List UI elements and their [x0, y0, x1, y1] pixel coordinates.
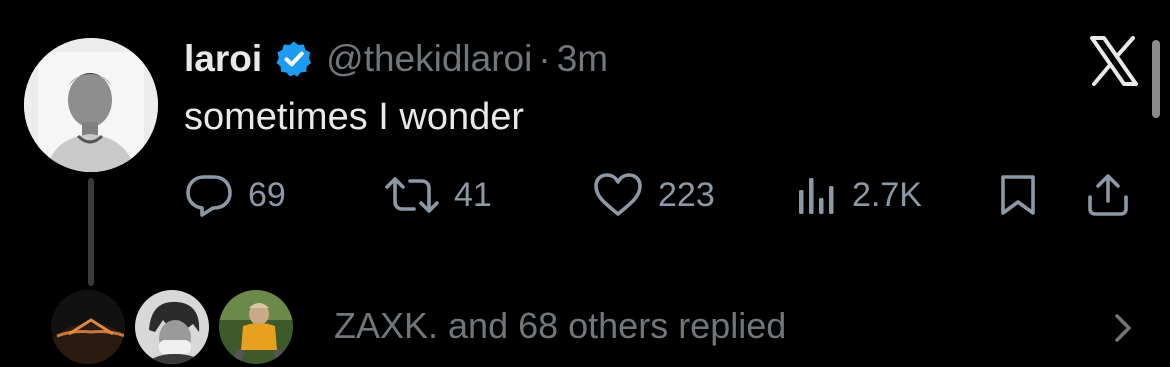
replier-avatar [216, 287, 296, 367]
reply-button[interactable]: 69 [184, 172, 286, 218]
separator-dot: · [538, 38, 551, 79]
reply-count: 69 [248, 175, 286, 214]
x-logo-icon[interactable] [1088, 36, 1140, 91]
retweet-count: 41 [454, 175, 492, 214]
author-avatar[interactable] [24, 38, 158, 172]
bookmark-icon [1001, 175, 1035, 215]
reply-icon [186, 175, 232, 217]
replier-avatar [132, 287, 212, 367]
chevron-right-icon[interactable] [1112, 311, 1134, 350]
replies-summary-text[interactable]: ZAXK. and 68 others replied [334, 305, 786, 347]
tweet-header: laroi @thekidlaroi · 3m [184, 36, 608, 82]
author-name[interactable]: laroi [184, 38, 262, 80]
bookmark-button[interactable] [998, 172, 1038, 218]
share-icon [1088, 174, 1128, 216]
views-count: 2.7K [852, 175, 922, 214]
tweet-text: sometimes I wonder [184, 96, 525, 138]
scrollbar-thumb[interactable] [1152, 40, 1160, 118]
views-icon [799, 178, 834, 214]
author-handle[interactable]: @thekidlaroi [326, 38, 532, 80]
thread-connector-line [88, 178, 94, 286]
like-count: 223 [658, 175, 715, 214]
verified-badge-icon [274, 39, 314, 79]
heart-icon [594, 173, 642, 216]
replies-summary-row[interactable]: ZAXK. and 68 others replied [44, 283, 1170, 367]
replier-avatar [48, 287, 128, 367]
share-button[interactable] [1084, 172, 1132, 218]
tweet-timestamp[interactable]: 3m [557, 38, 608, 80]
retweet-button[interactable]: 41 [384, 172, 492, 218]
like-button[interactable]: 223 [592, 172, 715, 218]
avatar-portrait [24, 38, 158, 172]
retweet-icon [385, 177, 439, 213]
views-button[interactable]: 2.7K [796, 172, 922, 218]
